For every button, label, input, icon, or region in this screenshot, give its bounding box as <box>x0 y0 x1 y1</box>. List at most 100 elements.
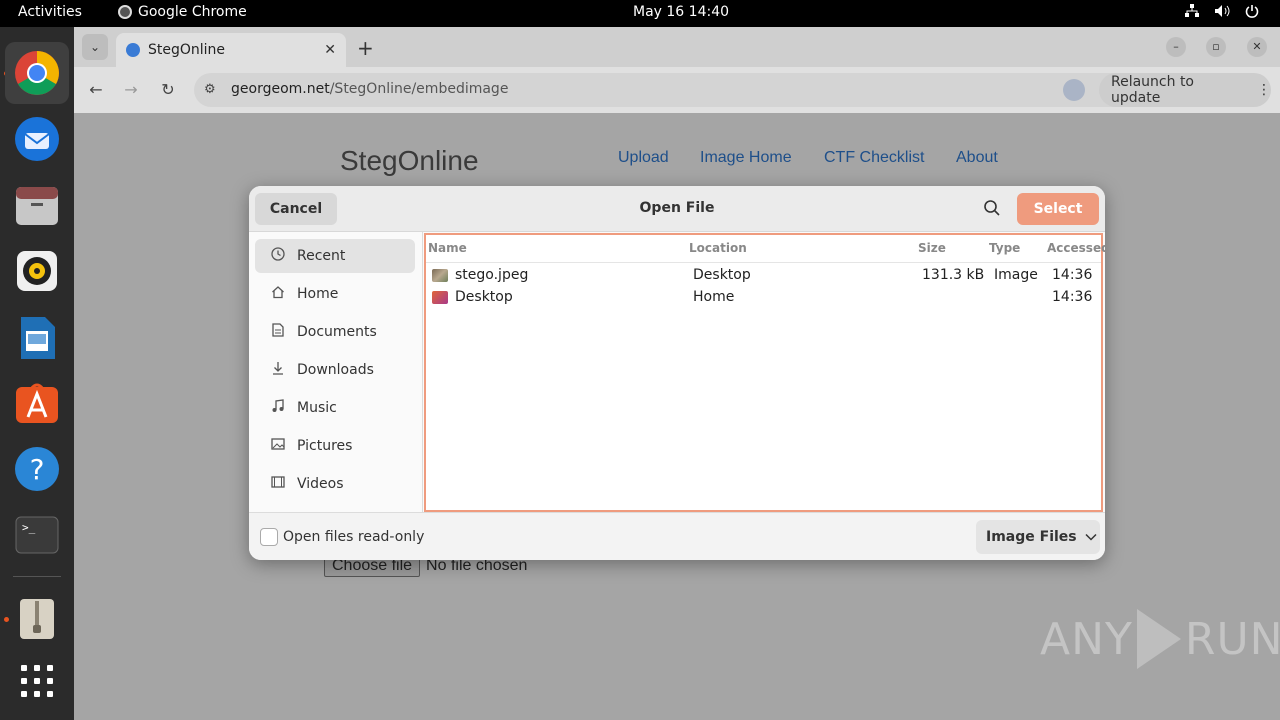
nav-about[interactable]: About <box>956 149 998 167</box>
minimize-button[interactable]: – <box>1166 37 1186 57</box>
profile-avatar[interactable] <box>1063 79 1085 101</box>
show-apps-button[interactable] <box>13 657 61 705</box>
url-path: /StegOnline/embedimage <box>329 81 509 97</box>
place-label: Home <box>297 286 339 302</box>
file-list[interactable]: Name Location Size Type Accessed stego.j… <box>424 233 1105 512</box>
back-button[interactable]: ← <box>85 79 107 101</box>
place-label: Documents <box>297 324 377 340</box>
dock-separator <box>13 576 61 577</box>
file-name: stego.jpeg <box>455 267 529 283</box>
place-music[interactable]: Music <box>255 391 415 425</box>
chevron-down-icon <box>1085 529 1097 545</box>
video-icon <box>269 476 287 492</box>
search-icon[interactable] <box>983 199 1003 219</box>
place-documents[interactable]: Documents <box>255 315 415 349</box>
place-recent[interactable]: Recent <box>255 239 415 273</box>
clock-icon <box>269 247 287 265</box>
place-pictures[interactable]: Pictures <box>255 429 415 463</box>
site-brand[interactable]: StegOnline <box>340 145 479 177</box>
app-name: Google Chrome <box>138 4 247 20</box>
address-bar[interactable]: ⚙ georgeom.net/StegOnline/embedimage ☆ <box>194 73 1134 107</box>
terminal-icon: >_ <box>15 516 59 554</box>
file-row[interactable]: Desktop Home 14:36 <box>426 287 1101 309</box>
column-type[interactable]: Type <box>989 241 1020 255</box>
music-icon <box>269 399 287 417</box>
tab-search-button[interactable]: ⌄ <box>82 34 108 60</box>
dock: ? >_ <box>0 27 74 720</box>
forward-button[interactable]: → <box>120 79 142 101</box>
close-window-button[interactable]: ✕ <box>1247 37 1267 57</box>
running-indicator <box>4 617 9 622</box>
file-type: Image <box>994 267 1038 283</box>
nav-upload[interactable]: Upload <box>618 149 669 167</box>
maximize-button[interactable]: ▫ <box>1206 37 1226 57</box>
close-tab-icon[interactable]: ✕ <box>324 42 336 58</box>
file-type-filter[interactable]: Image Files <box>976 520 1100 554</box>
column-size[interactable]: Size <box>918 241 946 255</box>
dock-writer[interactable] <box>13 314 61 362</box>
dialog-title: Open File <box>639 200 715 216</box>
file-name: Desktop <box>455 289 513 305</box>
relaunch-label: Relaunch to update <box>1111 74 1195 106</box>
favicon-icon <box>126 43 140 57</box>
power-icon[interactable] <box>1244 4 1260 18</box>
place-label: Music <box>297 400 337 416</box>
document-icon <box>269 323 287 341</box>
dock-archive-manager[interactable] <box>13 595 61 643</box>
dock-app-center[interactable] <box>13 379 61 427</box>
new-tab-button[interactable]: + <box>357 36 374 60</box>
home-icon <box>269 285 287 303</box>
app-center-icon <box>16 383 58 423</box>
dialog-footer: Open files read-only Image Files <box>249 512 1105 560</box>
column-accessed[interactable]: Accessed <box>1047 241 1105 255</box>
column-name[interactable]: Name <box>428 241 467 255</box>
writer-icon <box>21 317 55 359</box>
tab-title: StegOnline <box>148 42 226 58</box>
dock-thunderbird[interactable] <box>13 115 61 163</box>
file-accessed: 14:36 <box>1052 289 1093 305</box>
anyrun-watermark: ANY RUN <box>1040 609 1280 669</box>
top-bar: Activities Google Chrome May 16 14:40 <box>0 0 1280 27</box>
reload-button[interactable]: ↻ <box>157 79 179 101</box>
folder-icon <box>432 291 448 304</box>
more-menu-icon[interactable]: ⋮ <box>1257 82 1271 98</box>
dock-terminal[interactable]: >_ <box>13 511 61 559</box>
activities-button[interactable]: Activities <box>18 4 82 20</box>
url-text[interactable]: georgeom.net/StegOnline/embedimage <box>231 81 508 97</box>
clock[interactable]: May 16 14:40 <box>633 4 729 20</box>
dialog-header: Cancel Open File Select <box>249 186 1105 232</box>
file-size: 131.3 kB <box>922 267 985 283</box>
place-label: Downloads <box>297 362 374 378</box>
system-tray[interactable] <box>1184 4 1260 18</box>
place-label: Videos <box>297 476 344 492</box>
browser-toolbar: ← → ↻ ⚙ georgeom.net/StegOnline/embedima… <box>74 67 1280 113</box>
dock-files[interactable] <box>13 182 61 230</box>
network-icon[interactable] <box>1184 4 1200 18</box>
tab-stegonline[interactable]: StegOnline ✕ <box>116 33 346 67</box>
place-videos[interactable]: Videos <box>255 467 415 501</box>
relaunch-button[interactable]: Relaunch to update ⋮ <box>1099 73 1271 107</box>
svg-text:?: ? <box>30 453 45 486</box>
place-label: Pictures <box>297 438 353 454</box>
app-menu[interactable]: Google Chrome <box>118 4 247 20</box>
nav-ctf-checklist[interactable]: CTF Checklist <box>824 149 924 167</box>
readonly-label[interactable]: Open files read-only <box>283 529 424 545</box>
dock-chrome[interactable] <box>5 42 69 104</box>
place-downloads[interactable]: Downloads <box>255 353 415 387</box>
files-icon <box>16 187 58 225</box>
readonly-checkbox[interactable] <box>260 528 278 546</box>
download-icon <box>269 361 287 379</box>
url-host: georgeom.net <box>231 81 330 97</box>
file-row[interactable]: stego.jpeg Desktop 131.3 kB Image 14:36 <box>426 265 1101 287</box>
dock-rhythmbox[interactable] <box>13 247 61 295</box>
tab-strip: ⌄ StegOnline ✕ + – ▫ ✕ <box>74 27 1280 67</box>
chrome-icon <box>118 5 132 19</box>
dock-help[interactable]: ? <box>13 445 61 493</box>
column-location[interactable]: Location <box>689 241 747 255</box>
watermark-left: ANY <box>1040 613 1133 665</box>
place-home[interactable]: Home <box>255 277 415 311</box>
volume-icon[interactable] <box>1214 4 1230 18</box>
site-info-icon[interactable]: ⚙ <box>204 82 216 97</box>
nav-image-home[interactable]: Image Home <box>700 149 792 167</box>
select-button[interactable]: Select <box>1017 193 1099 225</box>
